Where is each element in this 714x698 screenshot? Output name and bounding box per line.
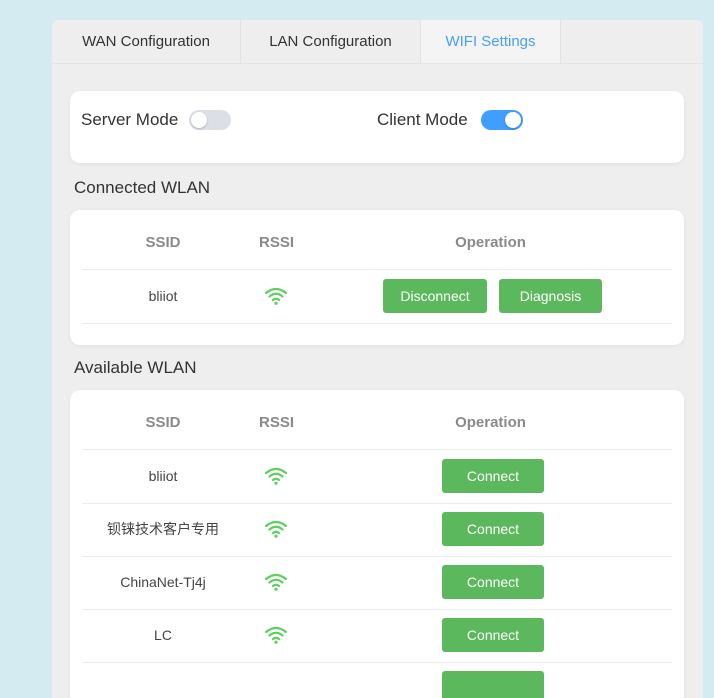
wifi-settings-panel: WAN Configuration LAN Configuration WIFI…: [52, 20, 703, 698]
rssi-cell: [244, 556, 309, 609]
rssi-cell: [244, 450, 309, 503]
tab-divider: [560, 20, 561, 63]
tab-lan-configuration[interactable]: LAN Configuration: [241, 20, 420, 63]
wifi-icon: [264, 287, 288, 305]
disconnect-button[interactable]: Disconnect: [383, 279, 487, 313]
operation-header: Operation: [455, 414, 526, 431]
rssi-cell: [244, 503, 309, 556]
available-wlan-card: SSID RSSI Operation bliiot Connect 钡铼技术客…: [70, 390, 684, 698]
server-mode-switch[interactable]: [189, 110, 231, 130]
wifi-icon: [264, 520, 288, 538]
rssi-cell: [244, 270, 309, 323]
table-header-row: SSID RSSI Operation: [82, 396, 672, 450]
client-mode-switch[interactable]: [481, 110, 523, 130]
table-row: ChinaNet-Tj4j Connect: [82, 556, 672, 610]
tab-wifi-settings[interactable]: WIFI Settings: [421, 20, 560, 63]
connect-button[interactable]: Connect: [442, 459, 544, 493]
connected-wlan-title: Connected WLAN: [74, 178, 211, 197]
tab-bar: WAN Configuration LAN Configuration WIFI…: [52, 20, 703, 64]
tab-wan-configuration[interactable]: WAN Configuration: [52, 20, 240, 63]
client-mode-label: Client Mode: [377, 110, 468, 129]
switch-knob: [191, 112, 207, 128]
table-row: bliiot Connect: [82, 450, 672, 504]
table-row: [82, 662, 672, 698]
table-row: LC Connect: [82, 609, 672, 663]
connect-button[interactable]: Connect: [442, 512, 544, 546]
rssi-cell: [244, 609, 309, 662]
connected-wlan-card: SSID RSSI Operation bliiot Disconnect Di…: [70, 210, 684, 345]
switch-knob: [505, 112, 521, 128]
ssid-header: SSID: [145, 234, 181, 251]
ssid-cell: bliiot: [148, 468, 178, 484]
table-row: 钡铼技术客户专用 Connect: [82, 503, 672, 557]
rssi-header: RSSI: [258, 414, 294, 431]
ssid-cell: 钡铼技术客户专用: [107, 521, 219, 537]
ssid-header: SSID: [145, 414, 181, 431]
connect-button[interactable]: Connect: [442, 618, 544, 652]
connect-button[interactable]: [442, 671, 544, 698]
ssid-cell: LC: [154, 627, 172, 643]
operation-header: Operation: [455, 234, 526, 251]
connect-button[interactable]: Connect: [442, 565, 544, 599]
server-mode-label: Server Mode: [81, 110, 179, 129]
mode-card: Server Mode Client Mode: [70, 91, 684, 163]
rssi-header: RSSI: [258, 234, 294, 251]
ssid-cell: ChinaNet-Tj4j: [120, 574, 206, 590]
wifi-icon: [264, 573, 288, 591]
wifi-icon: [264, 467, 288, 485]
diagnosis-button[interactable]: Diagnosis: [499, 279, 602, 313]
wifi-icon: [264, 626, 288, 644]
table-header-row: SSID RSSI Operation: [82, 216, 672, 270]
table-row: bliiot Disconnect Diagnosis: [82, 270, 672, 324]
ssid-cell: bliiot: [148, 288, 178, 304]
available-wlan-title: Available WLAN: [74, 358, 197, 377]
